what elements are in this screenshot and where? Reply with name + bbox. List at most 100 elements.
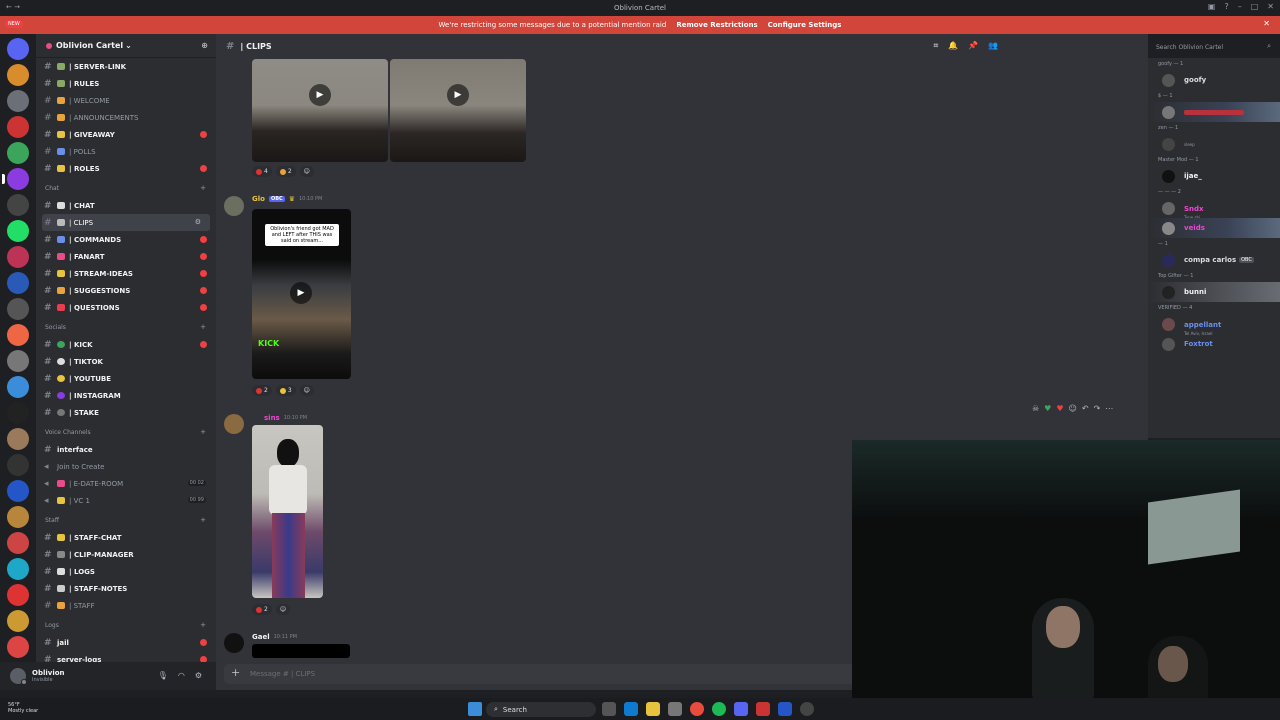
member-row[interactable]: goofy bbox=[1148, 70, 1280, 90]
channel-staff[interactable]: # | STAFF bbox=[36, 597, 216, 614]
microphone-icon[interactable]: 🎙 bbox=[158, 671, 168, 680]
video-attachment[interactable]: ▶ bbox=[252, 59, 388, 162]
video-attachment[interactable]: ▶ bbox=[390, 59, 526, 162]
spotify-icon[interactable] bbox=[712, 702, 726, 716]
channel-youtube[interactable]: # | YOUTUBE bbox=[36, 370, 216, 387]
voice-join-to-create[interactable]: ◂ Join to Create bbox=[36, 458, 216, 475]
store-icon[interactable] bbox=[668, 702, 682, 716]
server-icon[interactable] bbox=[7, 584, 29, 606]
author-name[interactable]: sins bbox=[264, 414, 280, 422]
add-channel-icon[interactable]: + bbox=[200, 428, 206, 436]
file-explorer-icon[interactable] bbox=[646, 702, 660, 716]
member-row[interactable]: Foxtrot bbox=[1148, 334, 1280, 354]
server-icon[interactable] bbox=[7, 532, 29, 554]
channel-roles[interactable]: # | ROLES bbox=[36, 160, 216, 177]
channel-server-link[interactable]: # | SERVER-LINK bbox=[36, 58, 216, 75]
server-icon[interactable] bbox=[7, 350, 29, 372]
weather-widget[interactable]: 56°F Mostly clear bbox=[8, 702, 38, 714]
server-icon[interactable] bbox=[7, 636, 29, 658]
server-icon[interactable] bbox=[7, 428, 29, 450]
add-channel-icon[interactable]: + bbox=[200, 516, 206, 524]
image-attachment[interactable] bbox=[252, 425, 323, 598]
channel-polls[interactable]: # | POLLS bbox=[36, 143, 216, 160]
notification-bell-icon[interactable]: 🔔 bbox=[948, 41, 958, 51]
play-icon[interactable]: ▶ bbox=[447, 84, 469, 106]
forward-icon[interactable]: ↷ bbox=[1094, 404, 1101, 413]
channel-instagram[interactable]: # | INSTAGRAM bbox=[36, 387, 216, 404]
channel-suggestions[interactable]: # | SUGGESTIONS bbox=[36, 282, 216, 299]
category-staff[interactable]: Staff + bbox=[36, 512, 216, 529]
category-voice[interactable]: Voice Channels + bbox=[36, 424, 216, 441]
avatar[interactable] bbox=[224, 414, 244, 434]
server-icon[interactable] bbox=[7, 480, 29, 502]
pin-icon[interactable]: 📌 bbox=[968, 41, 978, 51]
channel-logs[interactable]: # | LOGS bbox=[36, 563, 216, 580]
voice-vc-1[interactable]: ◂ | VC 1 00 99 bbox=[36, 492, 216, 509]
server-icon[interactable] bbox=[7, 376, 29, 398]
taskbar-search[interactable]: ⌕ Search bbox=[486, 702, 596, 717]
app-icon[interactable] bbox=[778, 702, 792, 716]
add-reaction-button[interactable]: ☺ bbox=[299, 166, 314, 177]
add-reaction-icon[interactable]: ☺ bbox=[1069, 404, 1077, 413]
reaction[interactable]: 2 bbox=[252, 385, 272, 396]
server-icon[interactable] bbox=[7, 194, 29, 216]
channel-questions[interactable]: # | QUESTIONS bbox=[36, 299, 216, 316]
channel-fanart[interactable]: # | FANART bbox=[36, 248, 216, 265]
member-row[interactable]: sleep bbox=[1148, 134, 1280, 154]
channel-clips[interactable]: # | CLIPS ⚙ bbox=[42, 214, 210, 231]
channel-clip-manager[interactable]: # | CLIP-MANAGER bbox=[36, 546, 216, 563]
configure-settings-link[interactable]: Configure Settings bbox=[768, 21, 842, 29]
quick-reaction-icon[interactable]: ♥ bbox=[1044, 404, 1051, 413]
close-window-button[interactable]: ✕ bbox=[1267, 2, 1274, 11]
member-row[interactable]: appellant Tel Aviv, Israel bbox=[1148, 314, 1280, 336]
channel-server-logs[interactable]: # server-logs bbox=[36, 651, 216, 662]
member-row[interactable]: SndxType shi bbox=[1148, 198, 1280, 220]
edge-icon[interactable] bbox=[624, 702, 638, 716]
author-name[interactable]: Glo bbox=[252, 195, 265, 203]
channel-stake[interactable]: # | STAKE bbox=[36, 404, 216, 421]
maximize-button[interactable]: □ bbox=[1251, 2, 1259, 11]
add-channel-icon[interactable]: + bbox=[200, 323, 206, 331]
channel-kick[interactable]: # | KICK bbox=[36, 336, 216, 353]
server-icon[interactable] bbox=[7, 558, 29, 580]
server-icon[interactable] bbox=[7, 298, 29, 320]
message-input[interactable]: Message # | CLIPS bbox=[250, 670, 315, 678]
server-icon[interactable] bbox=[7, 454, 29, 476]
server-header[interactable]: Oblivion Cartel ⌄ ⊕ bbox=[36, 34, 216, 58]
minimize-button[interactable]: – bbox=[1238, 2, 1242, 11]
avatar[interactable] bbox=[10, 668, 27, 685]
task-view-icon[interactable] bbox=[602, 702, 616, 716]
gear-icon[interactable]: ⚙ bbox=[195, 218, 201, 226]
app-icon[interactable] bbox=[800, 702, 814, 716]
discord-icon[interactable] bbox=[734, 702, 748, 716]
add-reaction-button[interactable]: ☺ bbox=[299, 385, 314, 396]
add-reaction-button[interactable]: ☺ bbox=[275, 604, 291, 615]
close-notice-icon[interactable]: ✕ bbox=[1263, 19, 1270, 28]
remove-restrictions-link[interactable]: Remove Restrictions bbox=[676, 21, 757, 29]
channel-giveaway[interactable]: # | GIVEAWAY bbox=[36, 126, 216, 143]
server-icon[interactable] bbox=[2, 168, 29, 190]
avatar[interactable] bbox=[224, 633, 244, 653]
video-attachment[interactable]: Oblivion's friend got MAD and LEFT after… bbox=[252, 209, 351, 379]
category-chat[interactable]: Chat + bbox=[36, 180, 216, 197]
reaction[interactable]: 2 bbox=[252, 604, 272, 615]
more-options-icon[interactable]: ⋯ bbox=[1105, 404, 1113, 413]
attach-plus-icon[interactable]: + bbox=[231, 666, 240, 679]
category-logs[interactable]: Logs + bbox=[36, 617, 216, 634]
member-row[interactable]: compa carlos OBC bbox=[1148, 250, 1280, 270]
server-icon[interactable] bbox=[7, 116, 29, 138]
play-icon[interactable]: ▶ bbox=[309, 84, 331, 106]
avatar[interactable] bbox=[224, 196, 244, 216]
channel-stream-ideas[interactable]: # | STREAM-IDEAS bbox=[36, 265, 216, 282]
reply-icon[interactable]: ↶ bbox=[1082, 404, 1089, 413]
channel-interface[interactable]: # interface bbox=[36, 441, 216, 458]
member-list-icon[interactable]: 👥 bbox=[988, 41, 998, 51]
channel-announcements[interactable]: # | ANNOUNCEMENTS bbox=[36, 109, 216, 126]
server-icon[interactable] bbox=[7, 506, 29, 528]
add-channel-icon[interactable]: + bbox=[200, 621, 206, 629]
inbox-icon[interactable]: ▣ bbox=[1208, 2, 1216, 11]
headphones-icon[interactable]: ◠ bbox=[178, 671, 185, 680]
channel-staff-notes[interactable]: # | STAFF-NOTES bbox=[36, 580, 216, 597]
channel-rules[interactable]: # | RULES bbox=[36, 75, 216, 92]
back-arrow-icon[interactable]: ← → bbox=[6, 3, 20, 11]
